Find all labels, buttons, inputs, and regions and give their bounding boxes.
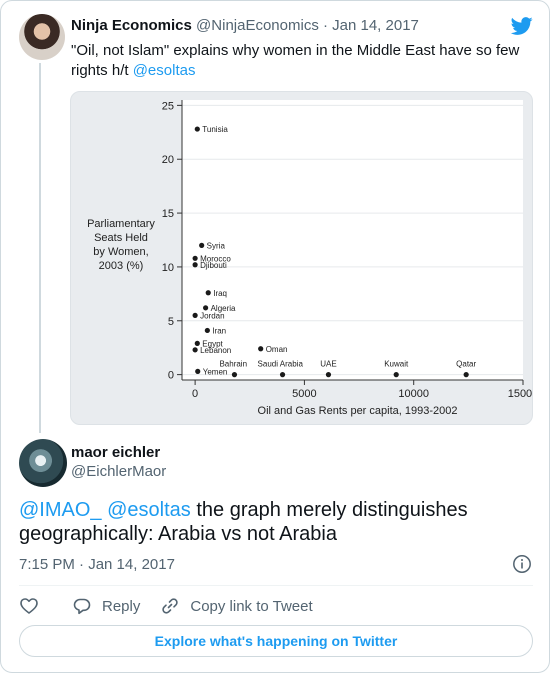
- data-point-label: Jordan: [200, 311, 224, 320]
- data-point: [279, 372, 286, 378]
- tweet1-text: "Oil, not Islam" explains why women in t…: [71, 41, 531, 81]
- avatar-ninja-economics[interactable]: [19, 14, 65, 60]
- tweet2-mention-imao[interactable]: @IMAO_: [19, 499, 102, 521]
- data-point-label: Djibouti: [200, 261, 227, 270]
- tweet2-text: @IMAO_ @esoltas the graph merely disting…: [19, 498, 533, 546]
- data-point-label: Iran: [212, 326, 226, 335]
- data-point: [195, 368, 201, 374]
- embedded-tweet-card: Ninja Economics @NinjaEconomics · Jan 14…: [0, 0, 550, 673]
- data-point: [463, 372, 469, 378]
- data-point-label: UAE: [320, 360, 336, 369]
- data-point-label: Oman: [266, 345, 288, 354]
- x-tick-label: 15000: [508, 388, 533, 400]
- data-point: [192, 255, 198, 261]
- data-point-label: Iraq: [213, 289, 227, 298]
- heart-icon: [20, 598, 38, 614]
- divider: [19, 585, 533, 586]
- y-axis-label-line: Seats Held: [94, 232, 148, 244]
- reply-label: Reply: [102, 597, 141, 615]
- y-tick-label: 25: [162, 100, 174, 112]
- data-point: [194, 126, 200, 132]
- y-tick-label: 0: [168, 370, 174, 382]
- y-tick-label: 5: [168, 316, 174, 328]
- data-point: [192, 312, 198, 318]
- reply-button[interactable]: Reply: [72, 596, 140, 616]
- data-point: [192, 262, 198, 268]
- data-point: [325, 372, 332, 378]
- info-icon[interactable]: [512, 554, 532, 574]
- data-point: [203, 305, 209, 311]
- tweet2-text-line2: geographically: Arabia vs not Arabia: [19, 523, 337, 545]
- data-point-label: Lebanon: [200, 346, 231, 355]
- tweet1-header: Ninja Economics @NinjaEconomics · Jan 14…: [71, 17, 419, 34]
- tweet1-author-name[interactable]: Ninja Economics: [71, 17, 192, 34]
- tweet2-handle[interactable]: @EichlerMaor: [71, 463, 166, 480]
- data-point: [231, 372, 238, 378]
- copy-link-label: Copy link to Tweet: [190, 597, 313, 615]
- tweet1-mention-esoltas[interactable]: @esoltas: [133, 62, 196, 79]
- x-axis-label: Oil and Gas Rents per capita, 1993-2002: [258, 405, 458, 417]
- y-axis-label-line: 2003 (%): [99, 260, 144, 272]
- link-icon: [162, 598, 179, 614]
- x-tick-label: 10000: [398, 388, 429, 400]
- tweet1-text-line2: rights h/t: [71, 62, 133, 79]
- data-point: [192, 347, 198, 353]
- data-point-label: Yemen: [203, 367, 228, 376]
- data-point-label: Tunisia: [202, 125, 228, 134]
- data-point-label: Bahrain: [219, 360, 247, 369]
- data-point: [204, 327, 210, 334]
- data-point-label: Saudi Arabia: [258, 360, 304, 369]
- tweet2-text-line1-rest: the graph merely distinguishes: [190, 499, 468, 521]
- data-point-label: Qatar: [456, 360, 476, 369]
- data-point: [393, 372, 399, 378]
- tweet1-handle-time[interactable]: @NinjaEconomics · Jan 14, 2017: [196, 17, 419, 34]
- data-point: [258, 346, 264, 352]
- copy-link-button[interactable]: Copy link to Tweet: [160, 596, 313, 616]
- scatter-chart: 0 5 10 15 20 25 0 5000 10000 15000 Parliamentary Se…: [87, 100, 533, 417]
- x-tick-label: 0: [192, 388, 198, 400]
- y-tick-label: 20: [162, 154, 174, 166]
- tweet2-author-name[interactable]: maor eichler: [71, 444, 160, 461]
- y-tick-label: 15: [162, 208, 174, 220]
- y-tick-label: 10: [162, 262, 174, 274]
- data-point-label: Syria: [207, 241, 226, 250]
- y-axis-label-line: Parliamentary: [87, 218, 155, 230]
- data-point: [205, 290, 211, 296]
- tweet2-timestamp[interactable]: 7:15 PM · Jan 14, 2017: [19, 556, 175, 573]
- data-point-label: Kuwait: [384, 360, 409, 369]
- data-point: [194, 340, 200, 346]
- reply-bubble-icon: [73, 598, 91, 615]
- action-bar: Reply Copy link to Tweet: [19, 595, 313, 617]
- tweet1-text-line1: "Oil, not Islam" explains why women in t…: [71, 42, 520, 59]
- x-tick-label: 5000: [292, 388, 316, 400]
- plot-area: [182, 100, 523, 380]
- thread-connector-line: [39, 63, 41, 433]
- y-axis-label-line: by Women,: [93, 246, 148, 258]
- like-button[interactable]: [19, 596, 39, 616]
- data-point: [199, 242, 205, 248]
- avatar-maor-eichler[interactable]: [19, 439, 67, 487]
- tweet1-chart-image[interactable]: 0 5 10 15 20 25 0 5000 10000 15000 Parliamentary Se…: [70, 91, 533, 425]
- twitter-bird-icon[interactable]: [510, 15, 534, 37]
- tweet2-mention-esoltas[interactable]: @esoltas: [107, 499, 191, 521]
- explore-twitter-button[interactable]: Explore what's happening on Twitter: [19, 625, 533, 657]
